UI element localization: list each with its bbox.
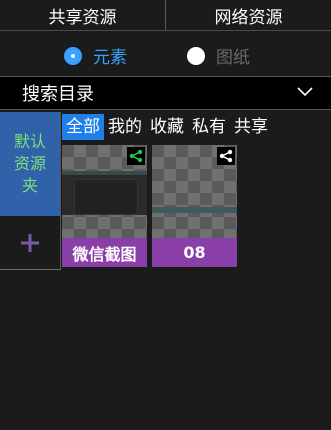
chevron-down-icon — [297, 87, 313, 97]
share-icon[interactable] — [127, 147, 145, 165]
thumbnail-preview-image — [62, 171, 147, 215]
folder-sidebar: 默认资源夹 — [0, 112, 60, 430]
radio-drawings-label: 图纸 — [216, 48, 250, 68]
resource-thumbnail[interactable]: 08 — [152, 145, 237, 267]
thumbnail-caption: 微信截图 — [62, 238, 147, 267]
sidebar-item-default-folder[interactable]: 默认资源夹 — [0, 112, 60, 216]
tab-shared-resources[interactable]: 共享资源 — [0, 0, 165, 30]
tab-network-resources[interactable]: 网络资源 — [165, 0, 331, 30]
plus-icon — [21, 233, 39, 252]
thumbnail-preview-image — [152, 207, 237, 213]
resource-thumbnail[interactable]: 微信截图 — [62, 145, 147, 267]
radio-selected-icon — [64, 46, 82, 65]
filter-private[interactable]: 私有 — [188, 114, 230, 140]
search-directory-dropdown[interactable]: 搜索目录 — [0, 76, 331, 110]
filter-tabs: 全部 我的 收藏 私有 共享 — [62, 114, 272, 140]
filter-favorites[interactable]: 收藏 — [146, 114, 188, 140]
search-directory-label: 搜索目录 — [22, 84, 94, 105]
resource-tabs: 共享资源 网络资源 — [0, 0, 331, 31]
resource-type-radio-group: 元素 图纸 — [0, 33, 331, 73]
radio-drawings[interactable]: 图纸 — [187, 43, 250, 68]
default-folder-label: 默认资源夹 — [13, 132, 46, 195]
filter-all[interactable]: 全部 — [62, 114, 104, 140]
filter-shared[interactable]: 共享 — [230, 114, 272, 140]
sidebar-divider — [60, 112, 61, 270]
add-folder-button[interactable] — [0, 216, 60, 270]
share-icon[interactable] — [217, 147, 235, 165]
thumbnail-caption: 08 — [152, 238, 237, 267]
filter-mine[interactable]: 我的 — [104, 114, 146, 140]
radio-unselected-icon — [187, 46, 205, 65]
radio-elements[interactable]: 元素 — [64, 43, 127, 68]
radio-elements-label: 元素 — [93, 48, 127, 68]
